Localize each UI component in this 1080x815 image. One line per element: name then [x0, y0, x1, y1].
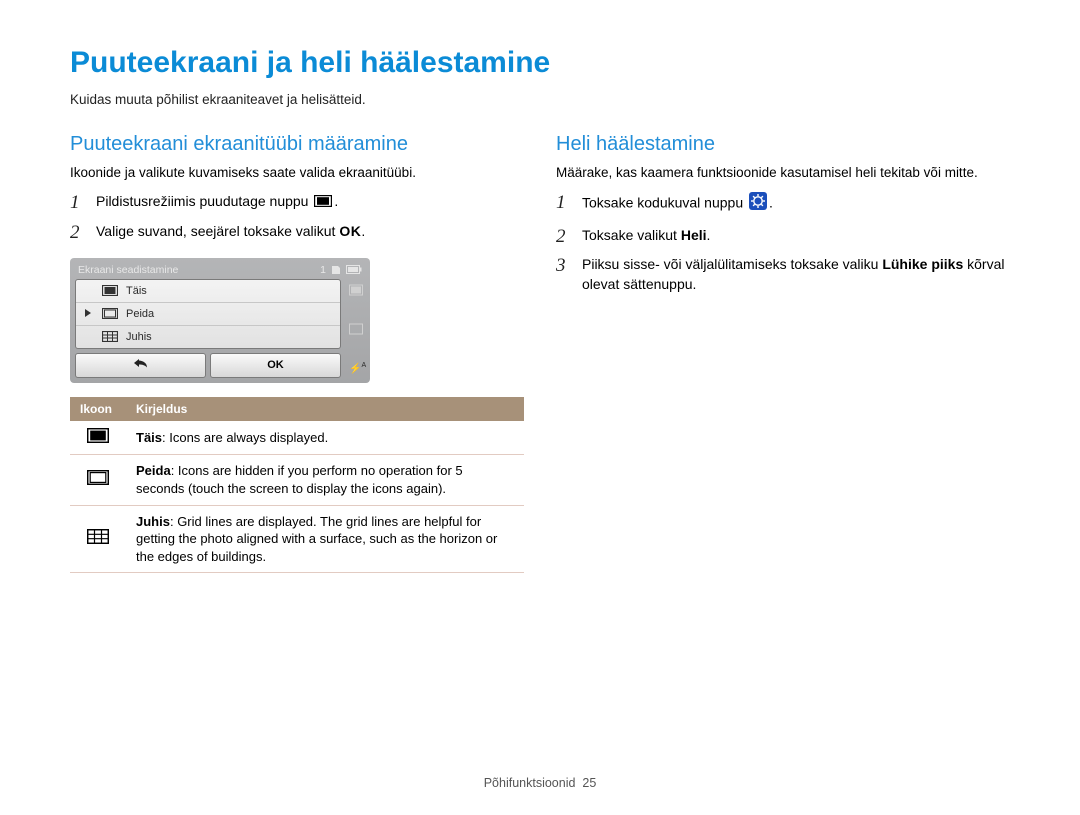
table-row: Peida: Icons are hidden if you perform n… [70, 455, 524, 505]
side-icon-2 [349, 322, 363, 336]
step-tail: . [334, 193, 338, 209]
table-row: Juhis: Grid lines are displayed. The gri… [70, 505, 524, 573]
lcd-back-button[interactable] [75, 353, 206, 378]
empty-rect-icon [87, 470, 109, 485]
step-bold: Lühike piiks [882, 256, 963, 272]
desc-cell: Peida: Icons are hidden if you perform n… [126, 455, 524, 505]
section-heading-display-type: Puuteekraani ekraanitüübi määramine [70, 133, 524, 156]
left-step-1: Pildistusrežiimis puudutage nuppu . [70, 192, 524, 212]
fullscreen-icon [87, 428, 109, 443]
row-desc: : Icons are always displayed. [162, 430, 328, 445]
icon-cell [70, 421, 126, 455]
icon-cell [70, 455, 126, 505]
step-text: Toksake valikut [582, 227, 681, 243]
settings-icon [749, 192, 767, 216]
lcd-title: Ekraani seadistamine [78, 264, 178, 276]
lcd-status: 1 [320, 264, 362, 276]
lcd-status-num: 1 [320, 264, 326, 276]
icon-cell [70, 505, 126, 573]
page-footer: Põhifunktsioonid 25 [0, 776, 1080, 790]
step-tail: . [707, 227, 711, 243]
battery-icon [346, 265, 362, 274]
section-heading-sound: Heli häälestamine [556, 133, 1010, 156]
back-icon [134, 359, 148, 369]
section-desc: Määrake, kas kaamera funktsioonide kasut… [556, 164, 1010, 182]
lcd-header: Ekraani seadistamine 1 [75, 264, 365, 279]
left-column: Puuteekraani ekraanitüübi määramine Ikoo… [70, 133, 524, 573]
section-desc: Ikoonide ja valikute kuvamiseks saate va… [70, 164, 524, 182]
page-subtitle: Kuidas muuta põhilist ekraaniteavet ja h… [70, 92, 1010, 107]
right-step-2: Toksake valikut Heli. [556, 226, 1010, 246]
step-text: Valige suvand, seejärel toksake valikut [96, 223, 339, 239]
footer-page-number: 25 [582, 776, 596, 790]
row-name: Täis [136, 430, 162, 445]
row-desc: : Grid lines are displayed. The grid lin… [136, 514, 497, 564]
left-step-2: Valige suvand, seejärel toksake valikut … [70, 222, 524, 242]
lcd-item-label: Peida [126, 308, 154, 320]
step-tail: . [361, 223, 365, 239]
icon-description-table: Ikoon Kirjeldus Täis: Icons are always d… [70, 397, 524, 573]
right-step-3: Piiksu sisse- või väljalülitamiseks toks… [556, 255, 1010, 294]
camera-lcd-mock: Ekraani seadistamine 1 Täis [70, 258, 370, 383]
sd-card-icon [331, 265, 341, 275]
right-column: Heli häälestamine Määrake, kas kaamera f… [556, 133, 1010, 573]
th-ikoon: Ikoon [70, 397, 126, 421]
step-text: Piiksu sisse- või väljalülitamiseks toks… [582, 256, 882, 272]
row-name: Peida [136, 463, 171, 478]
left-steps: Pildistusrežiimis puudutage nuppu . Vali… [70, 192, 524, 242]
lcd-ok-button[interactable]: OK [210, 353, 341, 378]
lcd-option-peida[interactable]: Peida [76, 303, 340, 326]
step-text: Pildistusrežiimis puudutage nuppu [96, 193, 312, 209]
ok-label: OK [339, 223, 361, 239]
grid-icon [87, 529, 109, 544]
fullscreen-icon [314, 193, 332, 213]
step-text: Toksake kodukuval nuppu [582, 195, 747, 211]
footer-label: Põhifunktsioonid [484, 776, 576, 790]
right-step-1: Toksake kodukuval nuppu . [556, 192, 1010, 216]
right-steps: Toksake kodukuval nuppu . Toksake valiku… [556, 192, 1010, 294]
row-name: Juhis [136, 514, 170, 529]
table-row: Täis: Icons are always displayed. [70, 421, 524, 455]
fullscreen-icon [102, 285, 118, 296]
step-bold: Heli [681, 227, 707, 243]
empty-rect-icon [102, 308, 118, 319]
th-kirjeldus: Kirjeldus [126, 397, 524, 421]
lcd-option-juhis[interactable]: Juhis [76, 326, 340, 348]
selected-indicator [84, 308, 94, 320]
page-title: Puuteekraani ja heli häälestamine [70, 46, 1010, 80]
side-icon-1 [349, 283, 363, 297]
lcd-option-list: Täis Peida [75, 279, 341, 349]
lcd-option-tais[interactable]: Täis [76, 280, 340, 303]
lcd-side-icons: ⚡A [347, 279, 365, 378]
row-desc: : Icons are hidden if you perform no ope… [136, 463, 463, 496]
lcd-item-label: Täis [126, 285, 147, 297]
lcd-item-label: Juhis [126, 331, 152, 343]
desc-cell: Täis: Icons are always displayed. [126, 421, 524, 455]
desc-cell: Juhis: Grid lines are displayed. The gri… [126, 505, 524, 573]
step-tail: . [769, 195, 773, 211]
grid-icon [102, 331, 118, 342]
flash-auto-icon: ⚡A [349, 362, 363, 376]
